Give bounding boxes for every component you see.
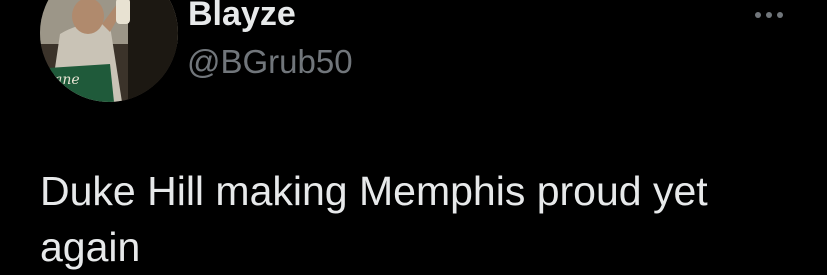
more-options-button[interactable] — [748, 0, 796, 30]
tweet-body-text: Duke Hill making Memphis proud yet again — [40, 168, 708, 270]
author-display-name[interactable]: Blayze — [188, 0, 296, 34]
svg-text:ane: ane — [54, 72, 80, 88]
ellipsis-icon — [755, 12, 783, 18]
author-handle[interactable]: @BGrub50 — [187, 40, 353, 84]
tweet-card: ane Blayze @BGrub50 Duke Hill making Mem… — [0, 0, 827, 275]
author-avatar[interactable]: ane — [40, 0, 178, 102]
avatar-photo-icon: ane — [40, 0, 178, 102]
